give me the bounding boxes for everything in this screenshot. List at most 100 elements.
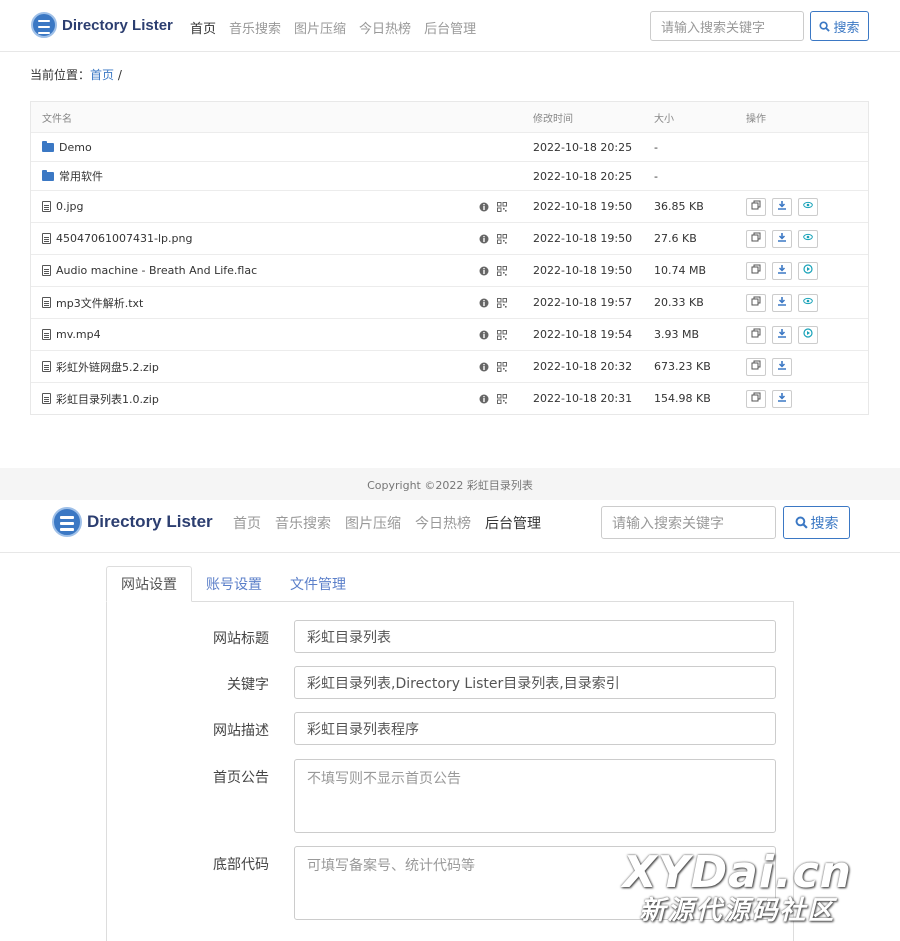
nav-link-home[interactable]: 首页 <box>233 513 261 533</box>
download-button[interactable] <box>772 357 792 376</box>
file-name-cell[interactable]: 45047061007431-lp.png <box>42 232 192 245</box>
modified-time: 2022-10-18 19:50 <box>533 264 633 277</box>
download-button[interactable] <box>772 293 792 312</box>
tab-account-settings[interactable]: 账号设置 <box>192 566 276 602</box>
site-logo[interactable]: Directory Lister <box>31 12 173 38</box>
info-icon[interactable] <box>479 234 489 244</box>
table-row[interactable]: Demo 2022-10-18 20:25 - <box>31 132 868 161</box>
description-input[interactable]: 彩虹目录列表程序 <box>294 712 776 745</box>
file-name-cell[interactable]: mp3文件解析.txt <box>42 295 143 311</box>
file-name-cell[interactable]: Demo <box>42 140 92 154</box>
table-row[interactable]: Audio machine - Breath And Life.flac 2022… <box>31 254 868 286</box>
info-icon[interactable] <box>479 266 489 276</box>
file-name[interactable]: 常用软件 <box>59 168 103 184</box>
copy-icon <box>751 328 761 341</box>
info-icon[interactable] <box>479 330 489 340</box>
info-icon[interactable] <box>479 394 489 404</box>
copy-icon <box>751 360 761 373</box>
download-button[interactable] <box>772 229 792 248</box>
qrcode-icon[interactable] <box>497 393 507 404</box>
qrcode-icon[interactable] <box>497 265 507 276</box>
info-icon[interactable] <box>479 362 489 372</box>
tab-file-management[interactable]: 文件管理 <box>276 566 360 602</box>
preview-button[interactable] <box>798 293 818 312</box>
modified-time: 2022-10-18 19:50 <box>533 232 633 245</box>
table-row[interactable]: mv.mp4 2022-10-18 19:54 3.93 MB <box>31 318 868 350</box>
nav-link-music[interactable]: 音乐搜索 <box>229 18 281 37</box>
info-icon[interactable] <box>479 298 489 308</box>
field-label: 首页公告 <box>213 770 269 786</box>
file-icon <box>42 233 51 244</box>
search-button[interactable]: 搜索 <box>810 11 869 41</box>
copy-link-button[interactable] <box>746 357 766 376</box>
nav-links: 首页 音乐搜索 图片压缩 今日热榜 后台管理 <box>190 18 489 37</box>
copy-link-button[interactable] <box>746 261 766 280</box>
file-name[interactable]: mv.mp4 <box>56 328 101 341</box>
search-button[interactable]: 搜索 <box>783 506 850 539</box>
nav-link-image[interactable]: 图片压缩 <box>345 513 401 533</box>
table-row[interactable]: 常用软件 2022-10-18 20:25 - <box>31 161 868 190</box>
tab-site-settings[interactable]: 网站设置 <box>106 566 192 602</box>
keywords-input[interactable]: 彩虹目录列表,Directory Lister目录列表,目录索引 <box>294 666 776 699</box>
file-name[interactable]: 45047061007431-lp.png <box>56 232 192 245</box>
nav-link-music[interactable]: 音乐搜索 <box>275 513 331 533</box>
file-name-cell[interactable]: mv.mp4 <box>42 328 101 341</box>
file-name-cell[interactable]: 常用软件 <box>42 168 103 184</box>
copy-link-button[interactable] <box>746 325 766 344</box>
info-icon[interactable] <box>479 202 489 212</box>
qrcode-icon[interactable] <box>497 233 507 244</box>
download-button[interactable] <box>772 389 792 408</box>
field-description: 网站描述 彩虹目录列表程序 <box>107 712 795 745</box>
download-button[interactable] <box>772 261 792 280</box>
download-button[interactable] <box>772 197 792 216</box>
table-row[interactable]: mp3文件解析.txt 2022-10-18 19:57 20.33 KB <box>31 286 868 318</box>
site-title-input[interactable]: 彩虹目录列表 <box>294 620 776 653</box>
file-name-cell[interactable]: Audio machine - Breath And Life.flac <box>42 264 257 277</box>
file-name[interactable]: mp3文件解析.txt <box>56 295 143 311</box>
file-name[interactable]: Audio machine - Breath And Life.flac <box>56 264 257 277</box>
nav-link-image[interactable]: 图片压缩 <box>294 18 346 37</box>
qrcode-icon[interactable] <box>497 297 507 308</box>
search-input[interactable]: 请输入搜索关键字 <box>601 506 776 539</box>
file-icon <box>42 361 51 372</box>
copy-link-button[interactable] <box>746 293 766 312</box>
table-row[interactable]: 彩虹外链网盘5.2.zip 2022-10-18 20:32 673.23 KB <box>31 350 868 382</box>
search-input[interactable]: 请输入搜索关键字 <box>650 11 804 41</box>
file-name[interactable]: 0.jpg <box>56 200 84 213</box>
announcement-textarea[interactable]: 不填写则不显示首页公告 <box>294 759 776 833</box>
nav-link-hot[interactable]: 今日热榜 <box>359 18 411 37</box>
preview-button[interactable] <box>798 197 818 216</box>
nav-link-admin[interactable]: 后台管理 <box>485 513 541 533</box>
preview-button[interactable] <box>798 229 818 248</box>
file-name[interactable]: 彩虹外链网盘5.2.zip <box>56 359 159 375</box>
file-name-cell[interactable]: 彩虹外链网盘5.2.zip <box>42 359 159 375</box>
qrcode-icon[interactable] <box>497 361 507 372</box>
copy-link-button[interactable] <box>746 389 766 408</box>
file-size: 10.74 MB <box>654 264 707 277</box>
site-logo[interactable]: Directory Lister <box>52 507 213 537</box>
file-name[interactable]: 彩虹目录列表1.0.zip <box>56 391 159 407</box>
file-size: 36.85 KB <box>654 200 704 213</box>
copy-link-button[interactable] <box>746 197 766 216</box>
nav-link-hot[interactable]: 今日热榜 <box>415 513 471 533</box>
download-button[interactable] <box>772 325 792 344</box>
file-name[interactable]: Demo <box>59 141 92 154</box>
modified-time: 2022-10-18 19:54 <box>533 328 633 341</box>
breadcrumb-home-link[interactable]: 首页 <box>90 68 114 82</box>
copy-icon <box>751 232 761 245</box>
modified-time: 2022-10-18 20:31 <box>533 392 633 405</box>
copy-link-button[interactable] <box>746 229 766 248</box>
play-button[interactable] <box>798 261 818 280</box>
table-row[interactable]: 45047061007431-lp.png 2022-10-18 19:50 27.… <box>31 222 868 254</box>
table-row[interactable]: 彩虹目录列表1.0.zip 2022-10-18 20:31 154.98 KB <box>31 382 868 414</box>
qrcode-icon[interactable] <box>497 329 507 340</box>
nav-link-admin[interactable]: 后台管理 <box>424 18 476 37</box>
file-name-cell[interactable]: 彩虹目录列表1.0.zip <box>42 391 159 407</box>
qrcode-icon[interactable] <box>497 201 507 212</box>
file-name-cell[interactable]: 0.jpg <box>42 200 84 213</box>
search-button-label: 搜索 <box>833 20 860 36</box>
nav-link-home[interactable]: 首页 <box>190 18 216 37</box>
watermark-line1: XYDai.cn <box>622 847 852 898</box>
play-button[interactable] <box>798 325 818 344</box>
table-row[interactable]: 0.jpg 2022-10-18 19:50 36.85 KB <box>31 190 868 222</box>
